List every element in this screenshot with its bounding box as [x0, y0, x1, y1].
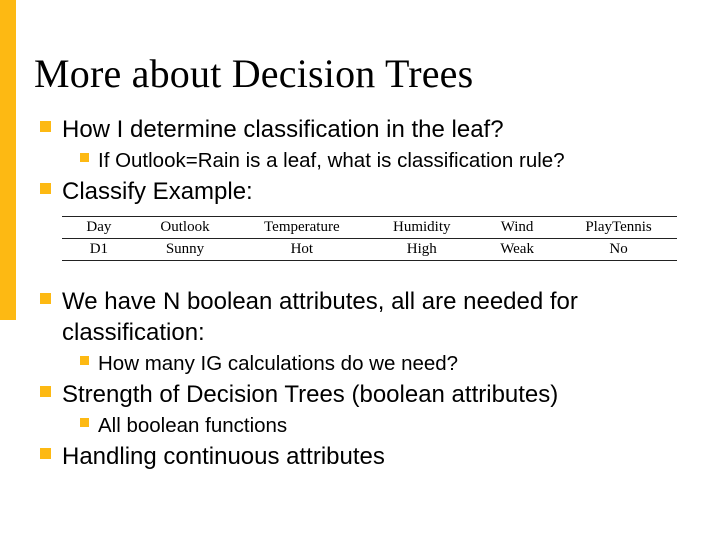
table-cell: High — [369, 239, 474, 261]
sub-bullet-text: If Outlook=Rain is a leaf, what is class… — [98, 149, 565, 172]
bullet-text: How I determine classification in the le… — [62, 116, 504, 143]
table-header: PlayTennis — [560, 217, 677, 239]
sub-bullet-item: How many IG calculations do we need? — [80, 351, 700, 377]
bullet-text: Strength of Decision Trees (boolean attr… — [62, 381, 558, 408]
table-header: Humidity — [369, 217, 474, 239]
table-header: Wind — [474, 217, 560, 239]
sub-bullet-list: If Outlook=Rain is a leaf, what is class… — [62, 148, 700, 174]
example-table-wrap: Day Outlook Temperature Humidity Wind Pl… — [62, 216, 677, 261]
bullet-text: Classify Example: — [62, 178, 253, 205]
bullet-item: Strength of Decision Trees (boolean attr… — [40, 380, 700, 438]
sub-bullet-item: All boolean functions — [80, 413, 700, 439]
bullet-item: Classify Example: — [40, 177, 700, 208]
table-cell: No — [560, 239, 677, 261]
table-cell: Hot — [234, 239, 369, 261]
sub-bullet-text: How many IG calculations do we need? — [98, 352, 458, 375]
slide: More about Decision Trees How I determin… — [0, 0, 720, 540]
bullet-list: How I determine classification in the le… — [34, 115, 700, 208]
example-table: Day Outlook Temperature Humidity Wind Pl… — [62, 216, 677, 261]
table-header: Outlook — [136, 217, 234, 239]
sub-bullet-list: All boolean functions — [62, 413, 700, 439]
table-cell: Sunny — [136, 239, 234, 261]
bullet-item: How I determine classification in the le… — [40, 115, 700, 173]
sub-bullet-list: How many IG calculations do we need? — [62, 351, 700, 377]
accent-bar — [0, 0, 16, 320]
bullet-text: We have N boolean attributes, all are ne… — [62, 288, 578, 346]
table-cell: Weak — [474, 239, 560, 261]
sub-bullet-text: All boolean functions — [98, 414, 287, 437]
table-header-row: Day Outlook Temperature Humidity Wind Pl… — [62, 217, 677, 239]
slide-content: More about Decision Trees How I determin… — [34, 50, 700, 477]
bullet-item: We have N boolean attributes, all are ne… — [40, 287, 700, 376]
sub-bullet-item: If Outlook=Rain is a leaf, what is class… — [80, 148, 700, 174]
bullet-list: We have N boolean attributes, all are ne… — [34, 287, 700, 473]
table-header: Day — [62, 217, 136, 239]
bullet-text: Handling continuous attributes — [62, 443, 385, 470]
table-row: D1 Sunny Hot High Weak No — [62, 239, 677, 261]
table-header: Temperature — [234, 217, 369, 239]
slide-title: More about Decision Trees — [34, 50, 700, 97]
bullet-item: Handling continuous attributes — [40, 442, 700, 473]
table-cell: D1 — [62, 239, 136, 261]
